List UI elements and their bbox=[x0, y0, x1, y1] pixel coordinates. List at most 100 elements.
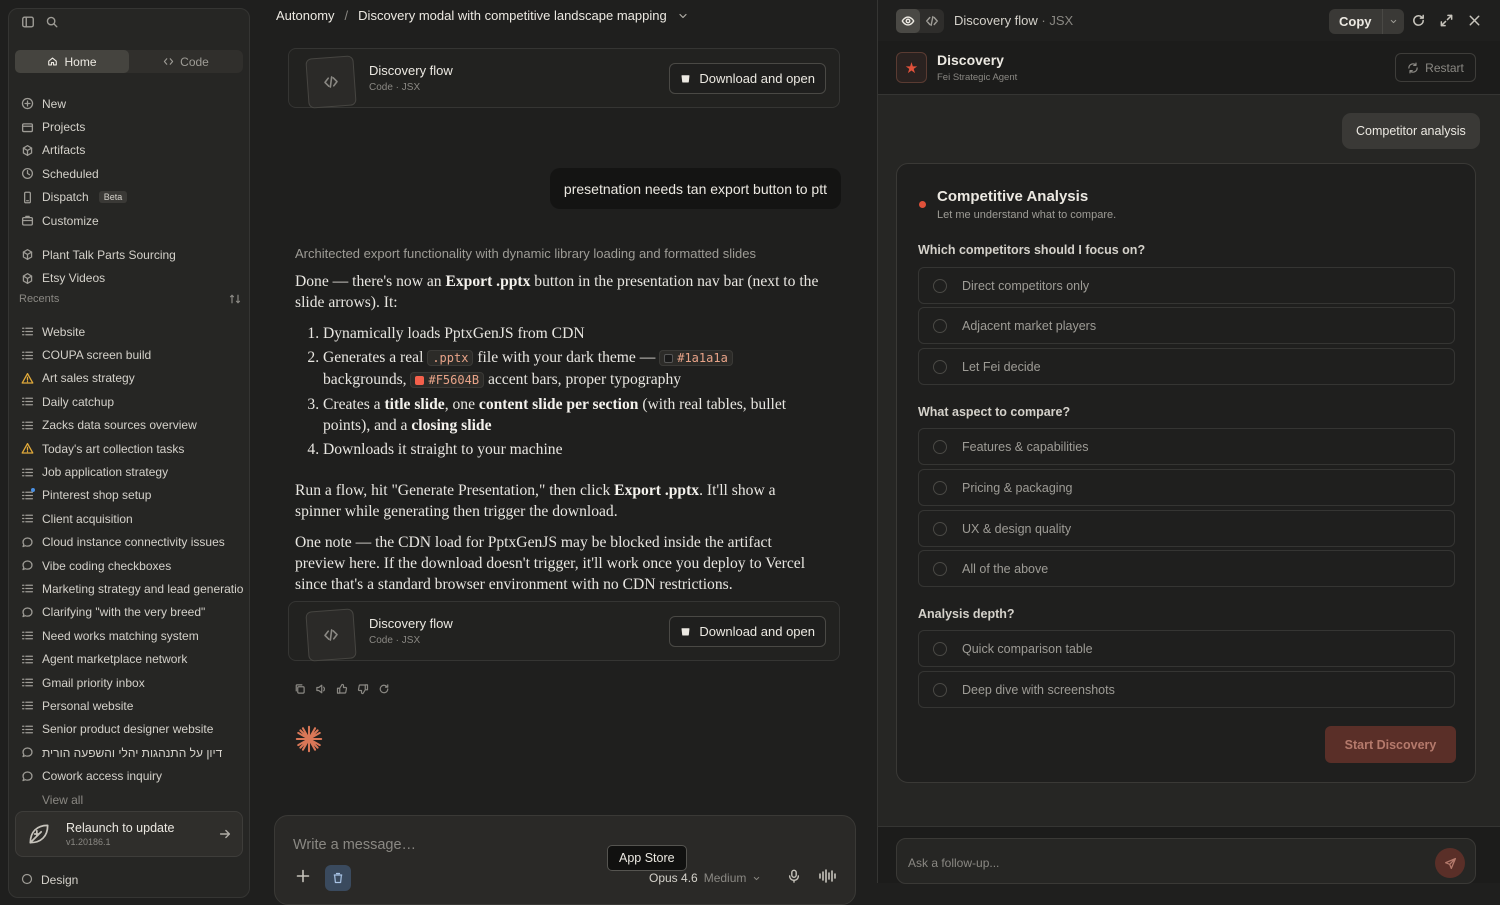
speaker-icon[interactable] bbox=[315, 683, 327, 695]
followup-bar: Ask a follow-up... bbox=[878, 826, 1500, 884]
code-icon bbox=[925, 14, 939, 28]
answer-paragraph: Done — there's now an Export .pptx butto… bbox=[295, 271, 820, 313]
thumbs-up-icon[interactable] bbox=[336, 683, 348, 695]
tab-home-label: Home bbox=[64, 54, 97, 69]
recent-chat-item[interactable]: Clarifying "with the very breed" bbox=[15, 601, 243, 624]
recent-chat-item[interactable]: Marketing strategy and lead generation bbox=[15, 577, 243, 600]
microphone-icon[interactable] bbox=[787, 869, 801, 883]
nav-item-dispatch[interactable]: Dispatch Beta bbox=[15, 186, 243, 209]
radio-button[interactable] bbox=[933, 561, 947, 576]
relaunch-banner[interactable]: Relaunch to update v1.20186.1 bbox=[15, 811, 243, 857]
option-ux-design[interactable]: UX & design quality bbox=[918, 510, 1455, 547]
color-code-accent: #F5604B bbox=[410, 372, 485, 388]
app-icon bbox=[680, 626, 691, 637]
tab-home[interactable]: Home bbox=[15, 50, 129, 73]
chevron-down-icon[interactable] bbox=[677, 10, 689, 22]
radio-button[interactable] bbox=[933, 439, 947, 454]
nav-item-scheduled[interactable]: Scheduled bbox=[15, 162, 243, 185]
recent-chat-item[interactable]: Vibe coding checkboxes bbox=[15, 554, 243, 577]
sidebar-toggle-icon[interactable] bbox=[21, 15, 35, 29]
radio-button[interactable] bbox=[933, 682, 947, 697]
copy-button[interactable]: Copy bbox=[1329, 9, 1382, 34]
thumbs-down-icon[interactable] bbox=[357, 683, 369, 695]
recent-chat-item[interactable]: Website bbox=[15, 320, 243, 343]
download-and-open-button[interactable]: Download and open bbox=[669, 615, 826, 647]
radio-button[interactable] bbox=[933, 278, 947, 293]
close-icon[interactable] bbox=[1467, 13, 1482, 28]
recent-chat-item[interactable]: Art sales strategy bbox=[15, 367, 243, 390]
breadcrumb-project[interactable]: Autonomy bbox=[276, 8, 335, 23]
radio-button[interactable] bbox=[933, 318, 947, 333]
nav-item-projects[interactable]: Projects bbox=[15, 115, 243, 138]
option-let-fei-decide[interactable]: Let Fei decide bbox=[918, 348, 1455, 385]
radio-button[interactable] bbox=[933, 480, 947, 495]
option-pricing[interactable]: Pricing & packaging bbox=[918, 469, 1455, 506]
message-input[interactable]: Write a message… bbox=[293, 837, 416, 853]
option-direct-competitors[interactable]: Direct competitors only bbox=[918, 267, 1455, 304]
send-button[interactable] bbox=[1435, 848, 1465, 878]
recent-chat-item[interactable]: Personal website bbox=[15, 694, 243, 717]
recent-chat-item[interactable]: Senior product designer website bbox=[15, 718, 243, 741]
radio-button[interactable] bbox=[933, 521, 947, 536]
list-icon bbox=[21, 512, 34, 525]
sidebar-item-design[interactable]: Design bbox=[21, 873, 78, 887]
warning-icon bbox=[21, 372, 34, 385]
artifact-card[interactable]: Discovery flow Code · JSX Download and o… bbox=[288, 601, 840, 662]
artifact-meta: Code · JSX bbox=[369, 635, 421, 646]
recent-chat-item[interactable]: Job application strategy bbox=[15, 460, 243, 483]
expand-icon[interactable] bbox=[1439, 13, 1454, 28]
recent-chat-item[interactable]: COUPA screen build bbox=[15, 343, 243, 366]
start-discovery-button[interactable]: Start Discovery bbox=[1325, 726, 1456, 763]
option-deep-dive[interactable]: Deep dive with screenshots bbox=[918, 671, 1455, 708]
view-all-link[interactable]: View all bbox=[15, 788, 243, 811]
copy-icon[interactable] bbox=[294, 683, 306, 695]
recent-chat-item[interactable]: Cowork access inquiry bbox=[15, 764, 243, 787]
option-quick-table[interactable]: Quick comparison table bbox=[918, 630, 1455, 667]
sidebar-item-plant-talk[interactable]: Plant Talk Parts Sourcing bbox=[15, 243, 243, 266]
code-toggle[interactable] bbox=[920, 9, 944, 33]
filter-icon[interactable] bbox=[229, 293, 241, 305]
restart-button[interactable]: Restart bbox=[1395, 53, 1476, 82]
followup-input[interactable]: Ask a follow-up... bbox=[896, 838, 1476, 884]
sidebar-item-etsy-videos[interactable]: Etsy Videos bbox=[15, 266, 243, 289]
recent-chat-item[interactable]: Zacks data sources overview bbox=[15, 414, 243, 437]
option-features[interactable]: Features & capabilities bbox=[918, 428, 1455, 465]
recent-chat-item[interactable]: Daily catchup bbox=[15, 390, 243, 413]
artifact-card[interactable]: Discovery flow Code · JSX Download and o… bbox=[288, 48, 840, 109]
option-all[interactable]: All of the above bbox=[918, 550, 1455, 587]
retry-icon[interactable] bbox=[378, 683, 390, 695]
sidebar-top-controls bbox=[21, 15, 59, 29]
recent-chat-item[interactable]: Agent marketplace network bbox=[15, 647, 243, 670]
preview-toggle[interactable] bbox=[896, 8, 920, 33]
refresh-icon[interactable] bbox=[1411, 13, 1426, 28]
discovery-card: Competitive Analysis Let me understand w… bbox=[896, 163, 1476, 783]
option-adjacent-market[interactable]: Adjacent market players bbox=[918, 307, 1455, 344]
plus-icon[interactable] bbox=[295, 868, 311, 884]
chevron-down-icon bbox=[1389, 17, 1398, 26]
recent-chat-item[interactable]: Gmail priority inbox bbox=[15, 671, 243, 694]
recent-chat-label: Job application strategy bbox=[42, 465, 169, 480]
recent-chat-item[interactable]: Need works matching system bbox=[15, 624, 243, 647]
attachment-button[interactable] bbox=[325, 865, 351, 891]
search-icon[interactable] bbox=[45, 15, 59, 29]
nav-item-artifacts[interactable]: Artifacts bbox=[15, 139, 243, 162]
tab-code[interactable]: Code bbox=[129, 50, 243, 73]
main-nav: New Projects Artifacts Scheduled Dispatc… bbox=[15, 92, 243, 232]
recent-chat-item[interactable]: Today's art collection tasks bbox=[15, 437, 243, 460]
recent-chat-item[interactable]: Client acquisition bbox=[15, 507, 243, 530]
download-and-open-button[interactable]: Download and open bbox=[669, 62, 826, 94]
nav-item-new[interactable]: New bbox=[15, 92, 243, 115]
recent-chat-label: Cowork access inquiry bbox=[42, 769, 163, 784]
option-label: UX & design quality bbox=[962, 521, 1072, 536]
recent-chat-item[interactable]: דיון על התנהגות יהלי והשפעה הורית bbox=[15, 741, 243, 764]
radio-button[interactable] bbox=[933, 359, 947, 374]
thinking-summary[interactable]: Architected export functionality with dy… bbox=[295, 246, 756, 261]
recent-chat-item[interactable]: Pinterest shop setup bbox=[15, 484, 243, 507]
copy-options-button[interactable] bbox=[1381, 9, 1404, 34]
question-depth: Analysis depth? bbox=[918, 607, 1015, 621]
radio-button[interactable] bbox=[933, 641, 947, 656]
voice-mode-icon[interactable] bbox=[818, 869, 836, 883]
nav-item-customize[interactable]: Customize bbox=[15, 209, 243, 232]
recent-chat-item[interactable]: Cloud instance connectivity issues bbox=[15, 531, 243, 554]
chat-title[interactable]: Discovery modal with competitive landsca… bbox=[358, 8, 667, 23]
